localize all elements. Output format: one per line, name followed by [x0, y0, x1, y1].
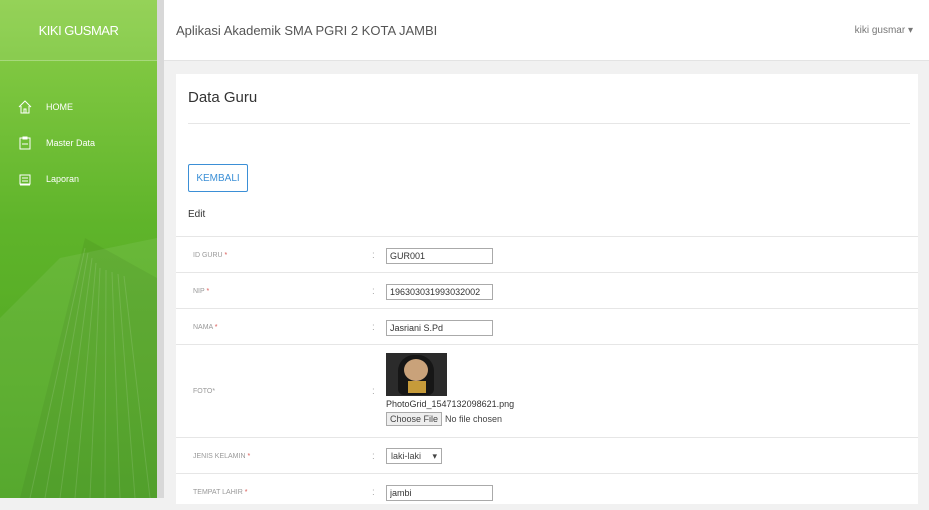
- select-value: laki-laki: [391, 451, 422, 461]
- sidebar-item-label: Laporan: [46, 174, 80, 184]
- required-mark: *: [214, 323, 218, 331]
- caret-down-icon: ▾: [907, 24, 913, 36]
- page-title: Data Guru: [188, 89, 258, 106]
- building-background-art: [0, 238, 157, 498]
- teacher-photo: [386, 353, 447, 396]
- field-label: ID GURU *: [193, 251, 228, 259]
- app-title[interactable]: Aplikasi Akademik SMA PGRI 2 KOTA JAMBI: [176, 23, 437, 38]
- title-divider: [188, 123, 910, 124]
- field-wrap: [386, 483, 493, 501]
- sidebar: KIKI GUSMAR HOME Master Data Laporan: [0, 0, 157, 498]
- required-mark: *: [224, 251, 228, 259]
- field-wrap: laki-laki ▾: [386, 448, 442, 464]
- form-row-foto: FOTO* : PhotoGrid_1547132098621.png Choo…: [176, 344, 918, 438]
- form-row-tempat-lahir: TEMPAT LAHIR * :: [176, 473, 918, 510]
- field-label: JENIS KELAMIN *: [193, 452, 251, 460]
- form-row-jenis-kelamin: JENIS KELAMIN * : laki-laki ▾: [176, 437, 918, 474]
- field-wrap: [386, 282, 493, 300]
- colon: :: [372, 386, 375, 397]
- required-mark: *: [247, 452, 251, 460]
- choose-file-button[interactable]: Choose File: [386, 412, 443, 426]
- colon: :: [372, 321, 375, 333]
- sidebar-brand[interactable]: KIKI GUSMAR: [0, 0, 157, 61]
- id-guru-input[interactable]: [386, 248, 493, 264]
- field-label: FOTO*: [193, 388, 216, 395]
- sidebar-item-laporan[interactable]: Laporan: [0, 161, 157, 197]
- colon: :: [372, 450, 375, 462]
- sidebar-nav: HOME Master Data Laporan: [0, 89, 157, 197]
- sidebar-divider: [157, 0, 164, 498]
- section-label: Edit: [188, 209, 206, 220]
- user-name: kiki gusmar: [854, 24, 906, 36]
- back-button[interactable]: KEMBALI: [188, 164, 248, 192]
- required-mark: *: [244, 488, 248, 496]
- form-row-id-guru: ID GURU * :: [176, 236, 918, 273]
- field-label: TEMPAT LAHIR *: [193, 488, 248, 496]
- sidebar-item-label: Master Data: [46, 138, 96, 148]
- form-row-nip: NIP * :: [176, 272, 918, 309]
- field-wrap: [386, 318, 493, 336]
- form-row-nama: NAMA * :: [176, 308, 918, 345]
- sidebar-item-master-data[interactable]: Master Data: [0, 125, 157, 161]
- home-icon: [18, 100, 32, 114]
- colon: :: [372, 249, 375, 261]
- clipboard-icon: [19, 136, 31, 150]
- field-wrap: PhotoGrid_1547132098621.png Choose File …: [386, 353, 514, 426]
- content-panel: Data Guru KEMBALI Edit ID GURU * : NIP *…: [176, 74, 918, 504]
- colon: :: [372, 486, 375, 498]
- sidebar-item-home[interactable]: HOME: [0, 89, 157, 125]
- field-label: NIP *: [193, 287, 210, 295]
- nip-input[interactable]: [386, 284, 493, 300]
- tempat-lahir-input[interactable]: [386, 485, 493, 501]
- report-icon: [19, 174, 31, 186]
- jenis-kelamin-select[interactable]: laki-laki ▾: [386, 448, 442, 464]
- top-navbar: Aplikasi Akademik SMA PGRI 2 KOTA JAMBI …: [164, 0, 929, 61]
- file-upload: Choose File No file chosen: [386, 412, 514, 426]
- photo-filename: PhotoGrid_1547132098621.png: [386, 399, 515, 409]
- required-mark: *: [206, 287, 210, 295]
- colon: :: [372, 285, 375, 297]
- dropdown-arrow-icon: ▾: [432, 450, 437, 461]
- field-wrap: [386, 246, 493, 264]
- user-menu[interactable]: kiki gusmar ▾: [855, 25, 913, 36]
- sidebar-item-label: HOME: [46, 102, 73, 112]
- nama-input[interactable]: [386, 320, 493, 336]
- file-status: No file chosen: [445, 414, 503, 424]
- field-label: NAMA *: [193, 323, 218, 331]
